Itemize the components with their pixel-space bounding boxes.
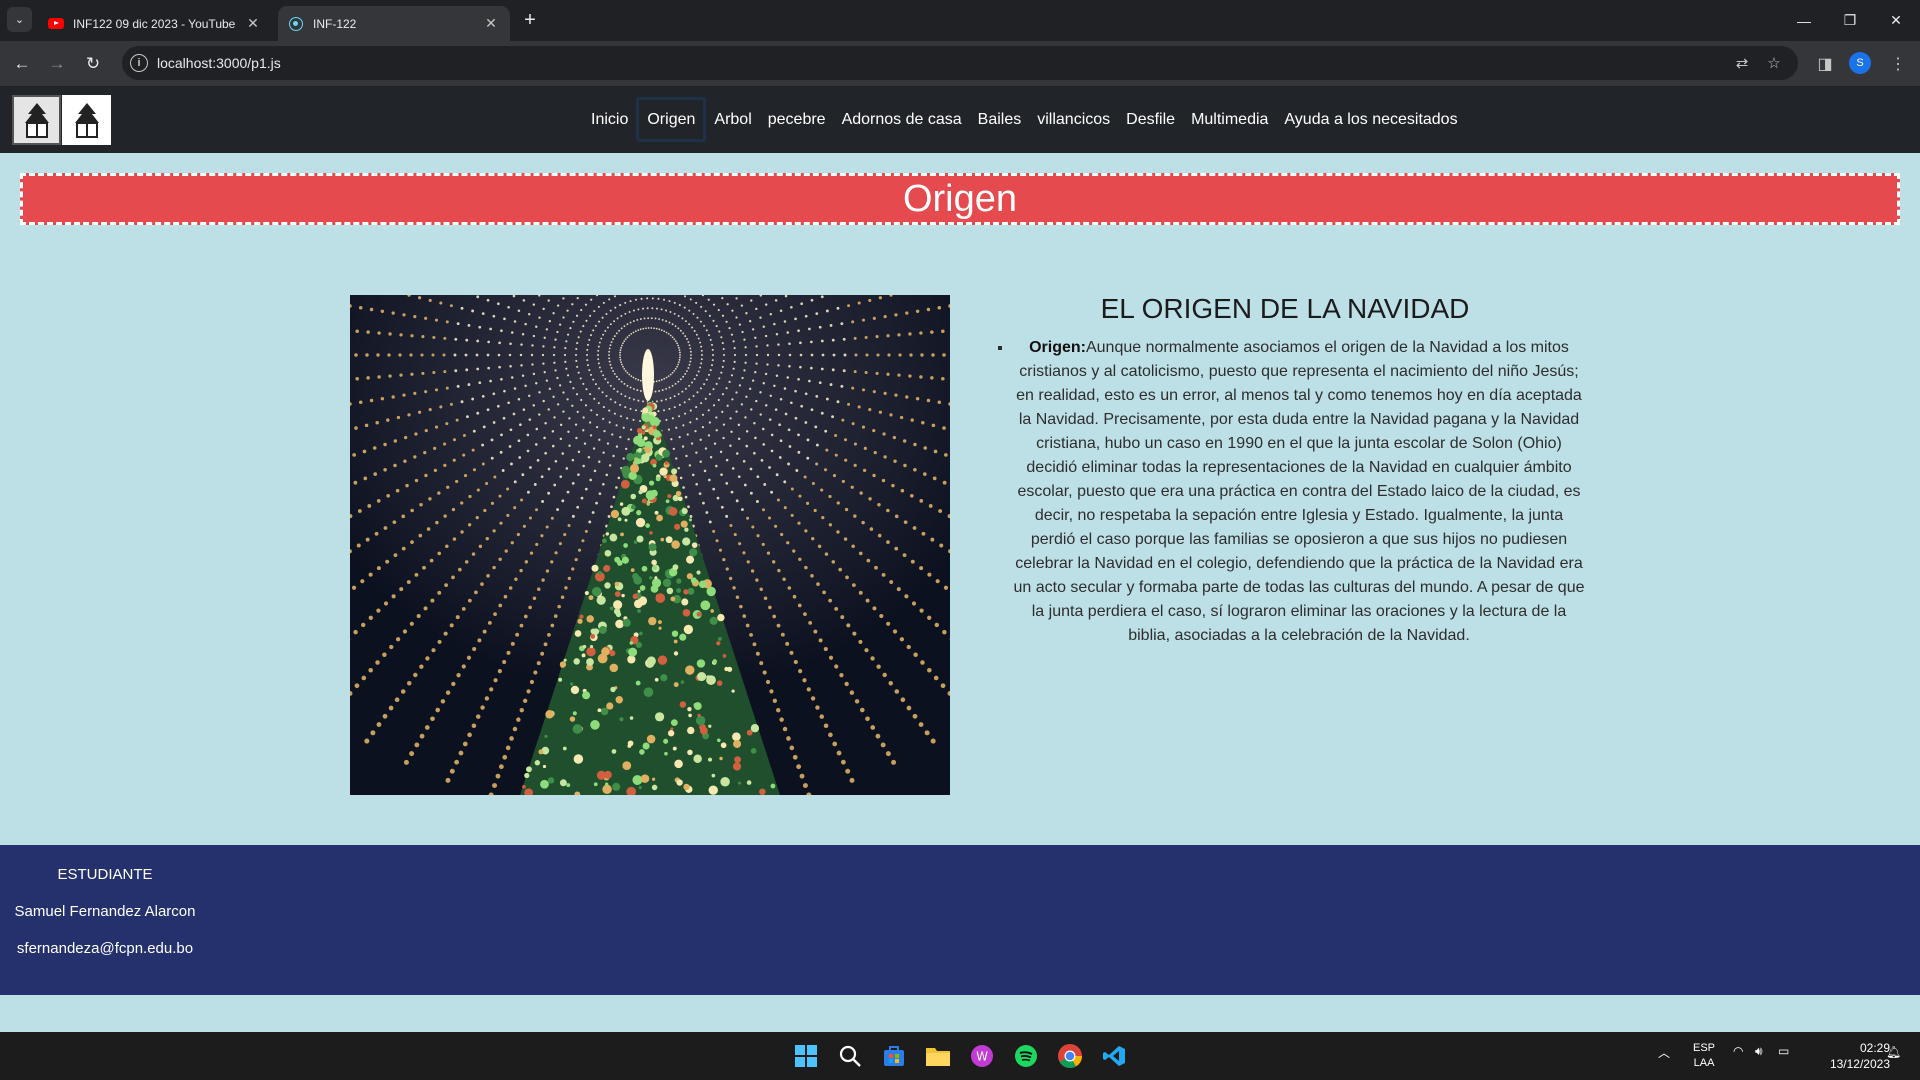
show-hidden-icons-icon[interactable]: ︿ — [1658, 1044, 1670, 1061]
chrome-icon[interactable] — [1054, 1040, 1086, 1072]
article-section: EL ORIGEN DE LA NAVIDAD Origen:Aunque no… — [985, 293, 1585, 648]
minimize-button[interactable]: — — [1781, 0, 1827, 41]
site-footer: ESTUDIANTE Samuel Fernandez Alarcon sfer… — [0, 845, 1920, 995]
tab-title: INF122 09 dic 2023 - YouTube — [73, 16, 236, 31]
page-banner: Origen — [20, 173, 1900, 225]
windows-taskbar: W ︿ ESP LAA ◠ 🔊︎ ▭ 02:29 13/12/2023 🔔︎ — [0, 1032, 1920, 1080]
student-info: ESTUDIANTE Samuel Fernandez Alarcon sfer… — [0, 866, 210, 977]
clock-date: 13/12/2023 — [1829, 1057, 1890, 1071]
nav-link-arbol[interactable]: Arbol — [706, 97, 759, 142]
nav-link-desfile[interactable]: Desfile — [1118, 97, 1183, 142]
vscode-icon[interactable] — [1098, 1040, 1130, 1072]
translate-icon[interactable]: ⇄ — [1732, 53, 1752, 73]
nav-link-villancicos[interactable]: villancicos — [1029, 97, 1118, 142]
spotify-icon[interactable] — [1010, 1040, 1042, 1072]
close-window-button[interactable]: ✕ — [1873, 0, 1919, 41]
nav-link-ayuda[interactable]: Ayuda a los necesitados — [1276, 97, 1465, 142]
system-clock[interactable]: 02:29 13/12/2023 — [1800, 1040, 1890, 1072]
nav-link-pecebre[interactable]: pecebre — [760, 97, 834, 142]
url-text: localhost:3000/p1.js — [157, 55, 281, 71]
christmas-tree-logo-icon[interactable] — [62, 95, 111, 145]
youtube-icon — [48, 16, 64, 32]
microsoft-store-icon[interactable] — [878, 1040, 910, 1072]
site-navbar: Inicio Origen Arbol pecebre Adornos de c… — [0, 86, 1920, 153]
menu-kebab-icon[interactable]: ⋮ — [1886, 52, 1910, 76]
new-tab-button[interactable]: + — [518, 8, 542, 32]
christmas-tree-image — [350, 295, 950, 795]
restore-button[interactable]: ❐ — [1827, 0, 1873, 41]
windows-start-icon[interactable] — [790, 1040, 822, 1072]
language-indicator[interactable]: ESP LAA — [1693, 1041, 1715, 1071]
clock-time: 02:29 — [1859, 1041, 1890, 1055]
paragraph-text: Aunque normalmente asociamos el origen d… — [1013, 339, 1585, 644]
notification-bell-icon[interactable]: 🔔︎ — [1886, 1045, 1901, 1059]
wifi-icon[interactable]: ◠ — [1733, 1044, 1743, 1058]
search-icon[interactable] — [834, 1040, 866, 1072]
nav-link-bailes[interactable]: Bailes — [970, 97, 1030, 142]
article-list-item: Origen:Aunque normalmente asociamos el o… — [1013, 336, 1585, 648]
footer-email: sfernandeza@fcpn.edu.bo — [16, 940, 194, 957]
main-navigation: Inicio Origen Arbol pecebre Adornos de c… — [583, 97, 1466, 142]
tab-title: INF-122 — [313, 16, 357, 31]
bookmark-star-icon[interactable]: ☆ — [1764, 53, 1784, 73]
file-explorer-icon[interactable] — [922, 1040, 954, 1072]
back-arrow-icon[interactable]: ← — [9, 51, 35, 77]
battery-icon[interactable]: ▭ — [1778, 1044, 1789, 1058]
tab-inf122[interactable]: INF-122 ✕ — [278, 6, 510, 41]
profile-avatar[interactable]: S — [1849, 52, 1871, 74]
browser-tab-bar: ⌄ INF122 09 dic 2023 - YouTube ✕ INF-122… — [0, 0, 1920, 41]
footer-name: Samuel Fernandez Alarcon — [14, 903, 196, 920]
nav-link-origen[interactable]: Origen — [636, 97, 707, 142]
address-bar[interactable]: i localhost:3000/p1.js ⇄ ☆ — [122, 46, 1798, 80]
forward-arrow-icon[interactable]: → — [44, 51, 70, 77]
footer-role: ESTUDIANTE — [57, 866, 153, 883]
wps-office-icon[interactable]: W — [966, 1040, 998, 1072]
paragraph-label: Origen: — [1029, 339, 1086, 356]
volume-icon[interactable]: 🔊︎ — [1755, 1044, 1763, 1059]
tab-search-button[interactable]: ⌄ — [7, 7, 32, 32]
reload-icon[interactable]: ↻ — [80, 51, 106, 77]
christmas-tree-logo-icon[interactable] — [12, 95, 61, 145]
nav-link-multimedia[interactable]: Multimedia — [1183, 97, 1276, 142]
site-info-icon[interactable]: i — [130, 54, 148, 72]
browser-toolbar: ← → ↻ i localhost:3000/p1.js ⇄ ☆ ◨ S ⋮ — [0, 41, 1920, 86]
side-panel-icon[interactable]: ◨ — [1813, 52, 1837, 76]
close-tab-icon[interactable]: ✕ — [244, 15, 262, 32]
react-icon — [288, 16, 304, 32]
nav-link-adornos[interactable]: Adornos de casa — [834, 97, 970, 142]
close-tab-icon[interactable]: ✕ — [482, 15, 500, 32]
page-title: Origen — [902, 177, 1018, 220]
svg-text:W: W — [976, 1050, 988, 1064]
article-heading: EL ORIGEN DE LA NAVIDAD — [1100, 293, 1470, 324]
nav-link-inicio[interactable]: Inicio — [583, 97, 636, 142]
article-list: Origen:Aunque normalmente asociamos el o… — [985, 336, 1585, 648]
tab-youtube[interactable]: INF122 09 dic 2023 - YouTube ✕ — [38, 6, 272, 41]
